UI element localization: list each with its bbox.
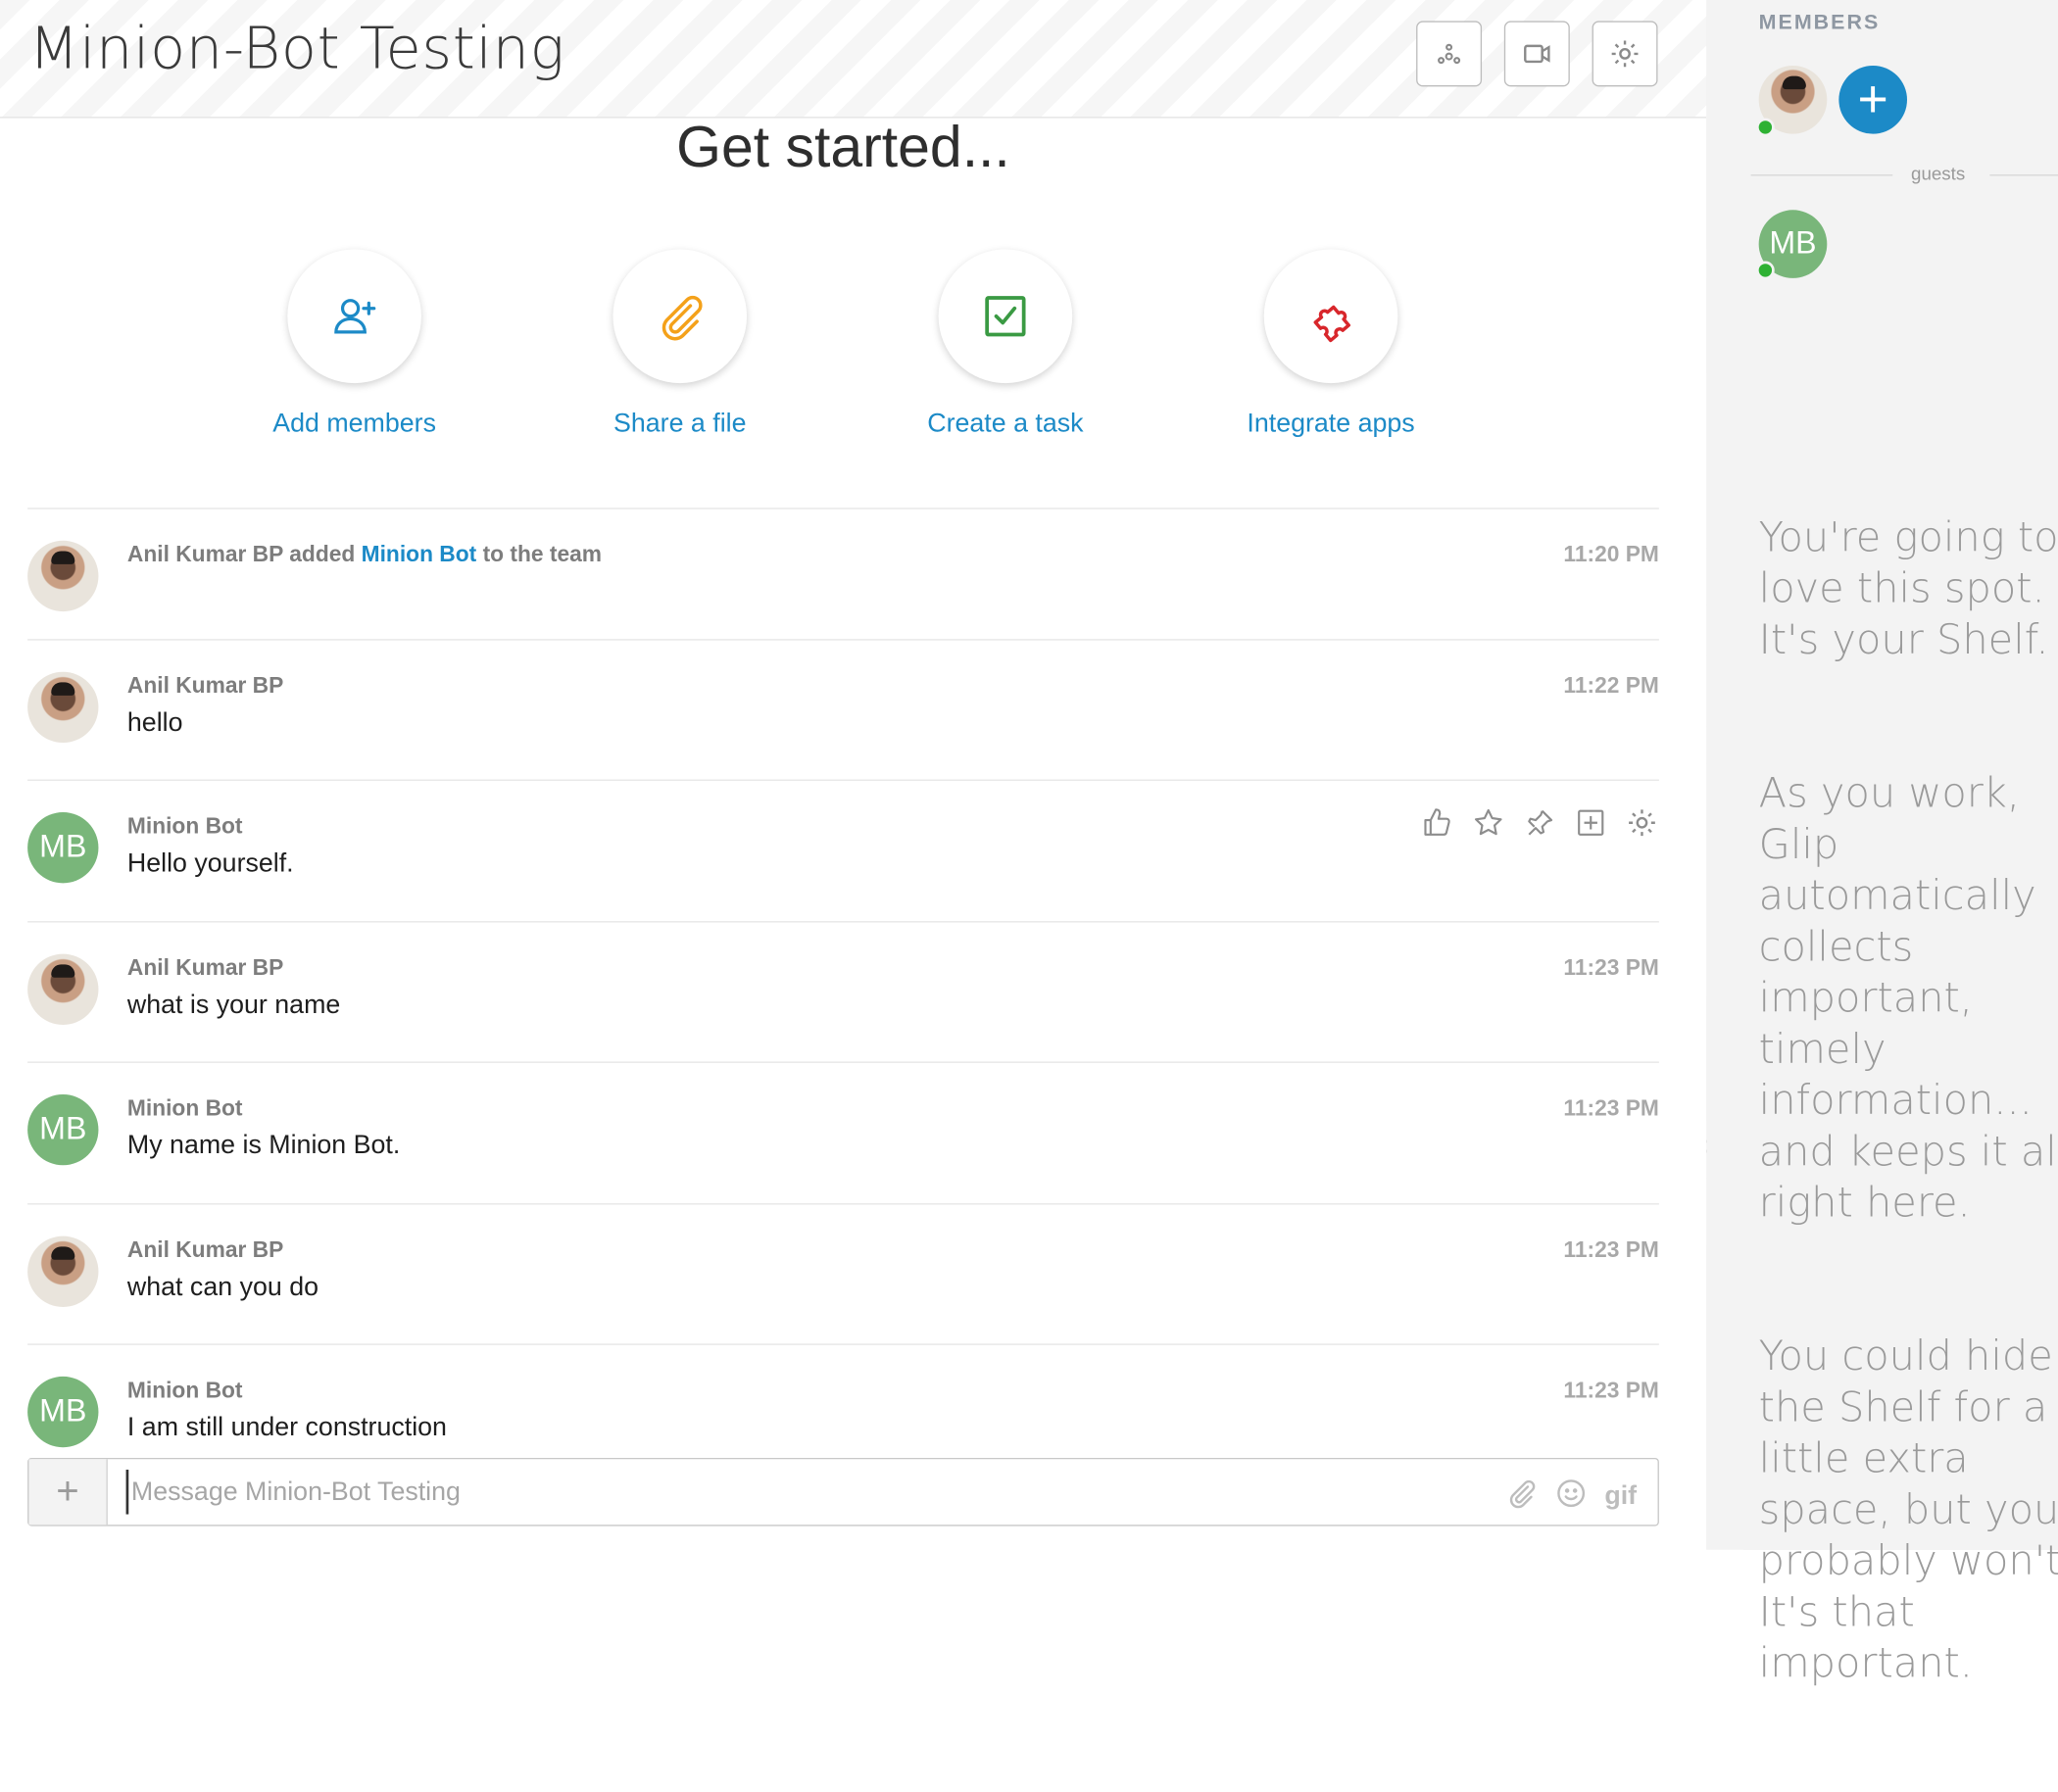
message-text: Hello yourself. bbox=[127, 849, 294, 880]
integrations-button[interactable] bbox=[1416, 21, 1482, 86]
integrate-apps-circle[interactable] bbox=[1264, 249, 1398, 383]
emoji-button[interactable] bbox=[1554, 1477, 1586, 1516]
shelf-intro: You're going to love this spot. It's you… bbox=[1759, 461, 2058, 1792]
composer-plus-button[interactable]: + bbox=[28, 1459, 107, 1525]
event-actor[interactable]: Anil Kumar BP bbox=[127, 542, 283, 566]
avatar[interactable] bbox=[27, 541, 98, 611]
team-header: Minion-Bot Testing bbox=[0, 0, 1706, 119]
message-item: Anil Kumar BP what can you do 11:23 PM bbox=[27, 1203, 1659, 1343]
star-icon bbox=[1472, 806, 1503, 838]
thumbs-up-icon bbox=[1421, 806, 1452, 838]
avatar[interactable]: MB bbox=[27, 1094, 98, 1165]
add-user-icon bbox=[328, 290, 381, 343]
favorite-button[interactable] bbox=[1470, 804, 1505, 840]
add-members-circle[interactable] bbox=[287, 249, 421, 383]
gear-icon bbox=[1626, 806, 1657, 838]
sender-name[interactable]: Minion Bot bbox=[127, 1095, 243, 1122]
message-item: MB Minion Bot Hello yourself. bbox=[27, 780, 1659, 922]
shelf-paragraph: As you work, Glip automatically collects… bbox=[1759, 769, 2058, 1230]
add-to-button[interactable] bbox=[1572, 804, 1607, 840]
sender-name[interactable]: Anil Kumar BP bbox=[127, 955, 283, 982]
avatar[interactable] bbox=[27, 1236, 98, 1307]
like-button[interactable] bbox=[1419, 804, 1454, 840]
message-settings-button[interactable] bbox=[1624, 804, 1659, 840]
add-members-label[interactable]: Add members bbox=[223, 410, 486, 440]
system-event: Anil Kumar BP added Minion Bot to the te… bbox=[27, 508, 1659, 639]
sender-name[interactable]: Anil Kumar BP bbox=[127, 673, 283, 700]
shelf-panel: MEMBERS + guests MB You're going to love… bbox=[1706, 0, 2058, 1550]
guests-divider: guests bbox=[1751, 163, 2058, 186]
avatar[interactable]: MB bbox=[27, 812, 98, 883]
message-item: MB Minion Bot I am still under construct… bbox=[27, 1343, 1659, 1462]
guests-label: guests bbox=[1911, 163, 1965, 183]
puzzle-icon bbox=[1304, 290, 1357, 343]
message-text: hello bbox=[127, 708, 183, 739]
app-window: Minion-Bot Testing Get started... Add me… bbox=[0, 0, 2058, 1550]
event-verb: added bbox=[289, 542, 355, 566]
main-panel: Minion-Bot Testing Get started... Add me… bbox=[0, 0, 1706, 1550]
create-task-label[interactable]: Create a task bbox=[874, 410, 1137, 440]
add-icon bbox=[1574, 806, 1605, 838]
online-status-dot bbox=[1756, 262, 1775, 280]
add-members-action[interactable]: Add members bbox=[223, 249, 486, 439]
timestamp: 11:22 PM bbox=[1563, 673, 1658, 700]
sender-name[interactable]: Minion Bot bbox=[127, 1378, 243, 1404]
create-task-circle[interactable] bbox=[939, 249, 1073, 383]
system-event-text: Anil Kumar BP added Minion Bot to the te… bbox=[127, 542, 602, 568]
message-composer: + gif bbox=[27, 1458, 1659, 1526]
gif-button[interactable]: gif bbox=[1604, 1481, 1637, 1512]
event-suffix: to the team bbox=[483, 542, 602, 566]
create-task-action[interactable]: Create a task bbox=[874, 249, 1137, 439]
message-text: what can you do bbox=[127, 1273, 318, 1303]
composer-tools: gif bbox=[1505, 1477, 1638, 1516]
get-started-title: Get started... bbox=[0, 116, 1687, 181]
avatar[interactable] bbox=[27, 672, 98, 743]
message-item: Anil Kumar BP what is your name 11:23 PM bbox=[27, 921, 1659, 1061]
pin-button[interactable] bbox=[1521, 804, 1556, 840]
timestamp: 11:23 PM bbox=[1563, 1237, 1658, 1264]
members-title: MEMBERS bbox=[1759, 12, 1881, 35]
settings-icon bbox=[1609, 38, 1641, 70]
paperclip-icon bbox=[1505, 1477, 1537, 1509]
attach-button[interactable] bbox=[1505, 1477, 1537, 1516]
timestamp: 11:23 PM bbox=[1563, 1095, 1658, 1122]
team-title: Minion-Bot Testing bbox=[28, 16, 564, 82]
paperclip-icon bbox=[654, 290, 707, 343]
message-input[interactable] bbox=[126, 1470, 1492, 1515]
video-call-button[interactable] bbox=[1504, 21, 1570, 86]
message-item: MB Minion Bot My name is Minion Bot. 11:… bbox=[27, 1061, 1659, 1203]
share-file-action[interactable]: Share a file bbox=[549, 249, 811, 439]
event-target-link[interactable]: Minion Bot bbox=[362, 542, 477, 566]
video-icon bbox=[1521, 38, 1552, 70]
message-text: My name is Minion Bot. bbox=[127, 1131, 400, 1161]
shelf-paragraph: You're going to love this spot. It's you… bbox=[1759, 513, 2058, 667]
team-settings-button[interactable] bbox=[1592, 21, 1658, 86]
checkbox-icon bbox=[979, 290, 1032, 343]
divider-line bbox=[1989, 174, 2058, 175]
message-text: what is your name bbox=[127, 991, 340, 1021]
shelf-paragraph: You could hide the Shelf for a little ex… bbox=[1759, 1332, 2058, 1690]
pin-icon bbox=[1523, 806, 1554, 838]
timestamp: 11:23 PM bbox=[1563, 955, 1658, 982]
avatar[interactable] bbox=[27, 954, 98, 1025]
avatar[interactable]: MB bbox=[27, 1377, 98, 1447]
smiley-icon bbox=[1554, 1477, 1586, 1509]
sender-name[interactable]: Minion Bot bbox=[127, 813, 243, 840]
message-item: Anil Kumar BP hello 11:22 PM bbox=[27, 639, 1659, 779]
message-text: I am still under construction bbox=[127, 1413, 447, 1443]
integrate-apps-action[interactable]: Integrate apps bbox=[1200, 249, 1462, 439]
message-hover-actions bbox=[1419, 804, 1659, 840]
sender-name[interactable]: Anil Kumar BP bbox=[127, 1237, 283, 1264]
integrate-apps-label[interactable]: Integrate apps bbox=[1200, 410, 1462, 440]
timestamp: 11:20 PM bbox=[1563, 542, 1658, 568]
message-feed: Anil Kumar BP added Minion Bot to the te… bbox=[27, 508, 1659, 1462]
share-file-label[interactable]: Share a file bbox=[549, 410, 811, 440]
share-file-circle[interactable] bbox=[612, 249, 747, 383]
timestamp: 11:23 PM bbox=[1563, 1378, 1658, 1404]
add-member-button[interactable]: + bbox=[1838, 66, 1907, 134]
integrations-icon bbox=[1434, 38, 1465, 70]
online-status-dot bbox=[1756, 119, 1775, 137]
divider-line bbox=[1751, 174, 1893, 175]
